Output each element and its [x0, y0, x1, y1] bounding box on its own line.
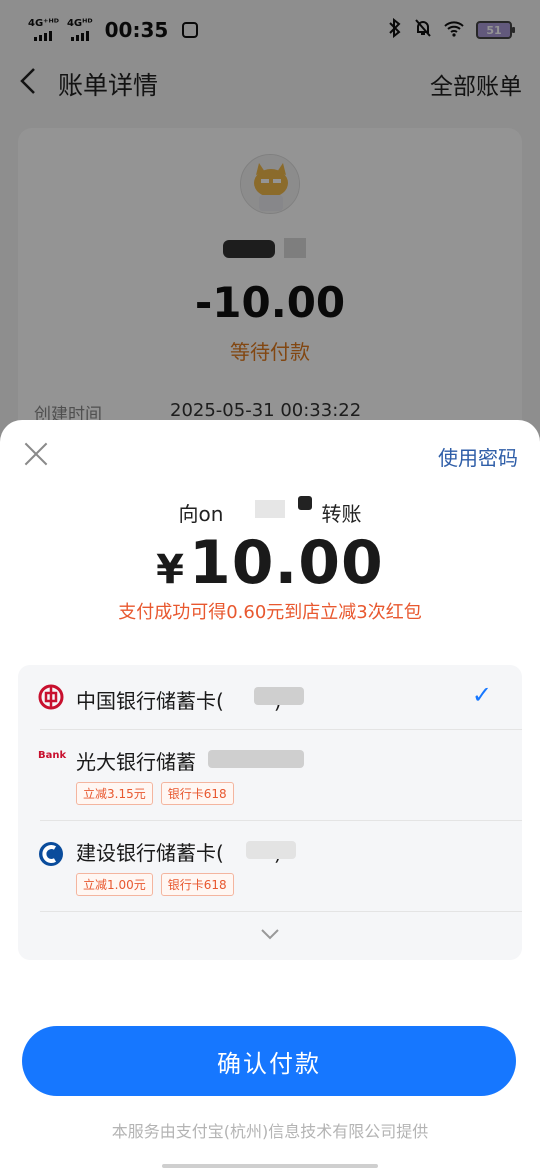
promo-tag: 银行卡618: [160, 873, 234, 896]
payment-amount: ¥10.00: [0, 528, 540, 598]
chevron-down-icon[interactable]: [260, 921, 280, 945]
boc-logo-icon: [38, 684, 64, 710]
promo-text: 支付成功可得0.60元到店立减3次红包: [118, 602, 422, 623]
recipient-mask: [255, 500, 285, 518]
currency-symbol: ¥: [156, 547, 186, 593]
payment-amount-value: 10.00: [189, 528, 384, 598]
close-icon[interactable]: [22, 440, 50, 468]
card-number-mask: [208, 750, 304, 768]
promo-tag: 银行卡618: [160, 782, 234, 805]
payment-method-name: 光大银行储蓄: [76, 750, 196, 774]
card-number-mask: [246, 841, 296, 859]
card-tags: 立减1.00元 银行卡618: [76, 873, 234, 896]
payment-method-boc[interactable]: 中国银行储蓄卡() ✓: [18, 665, 522, 729]
card-number-mask: [254, 687, 304, 705]
transfer-prefix: 向on: [178, 502, 224, 526]
payment-method-name: 中国银行储蓄卡(): [76, 685, 282, 714]
ceb-logo-icon: Bank: [38, 750, 67, 761]
ccb-logo-icon: [38, 841, 64, 867]
confirm-payment-button[interactable]: 确认付款: [22, 1026, 516, 1096]
use-password-link[interactable]: 使用密码: [438, 442, 518, 471]
card-name-text: 中国银行储蓄卡(: [76, 689, 224, 713]
transfer-suffix: 转账: [321, 502, 362, 526]
payment-method-list: 中国银行储蓄卡() ✓ Bank 光大银行储蓄 立减3.15元 银行卡618 建…: [18, 665, 522, 960]
card-name-text: 建设银行储蓄卡(: [76, 841, 224, 865]
discount-tag: 立减1.00元: [76, 873, 153, 896]
selected-check-icon: ✓: [471, 681, 492, 709]
payment-sheet: 使用密码 向on 转账 ¥10.00 支付成功可得0.60元到店立减3次红包 中国…: [0, 420, 540, 1170]
home-indicator[interactable]: [162, 1164, 378, 1168]
payment-method-ccb[interactable]: 建设银行储蓄卡() 立减1.00元 银行卡618: [18, 821, 522, 911]
divider: [40, 911, 522, 912]
payment-method-ceb[interactable]: Bank 光大银行储蓄 立减3.15元 银行卡618: [18, 730, 522, 820]
discount-tag: 立减3.15元: [76, 782, 153, 805]
recipient-mask-2: [298, 496, 312, 510]
card-tags: 立减3.15元 银行卡618: [76, 782, 234, 805]
service-provider-note: 本服务由支付宝(杭州)信息技术有限公司提供: [111, 1122, 429, 1141]
